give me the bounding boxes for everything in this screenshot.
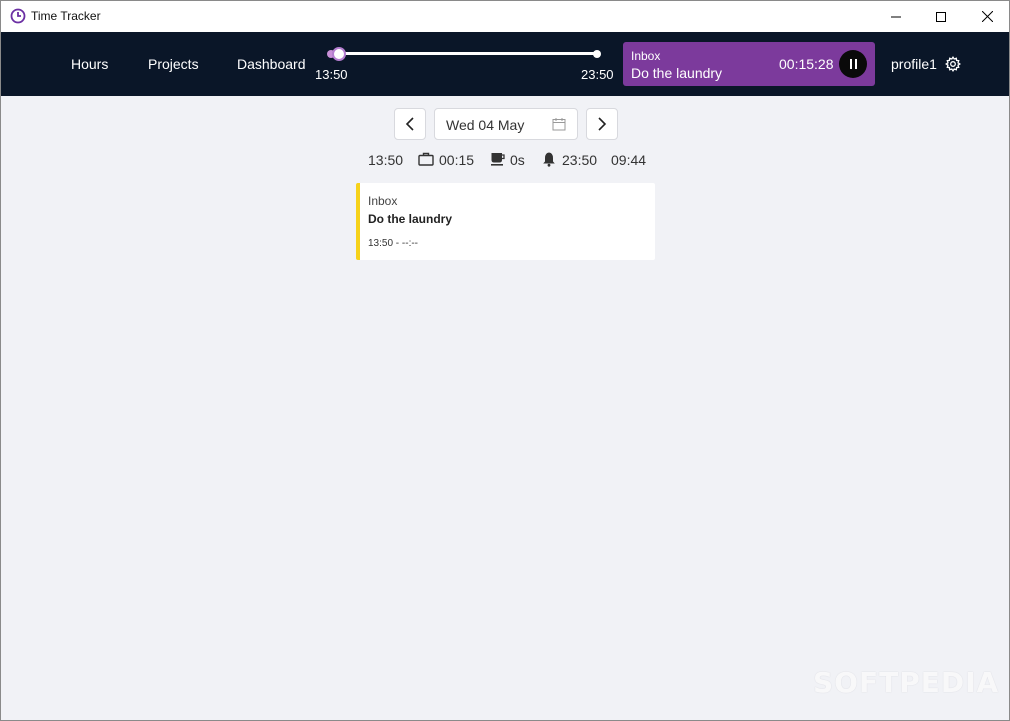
previous-day-button[interactable] xyxy=(394,108,426,140)
coffee-cup-icon xyxy=(491,153,505,166)
active-timer-panel[interactable]: Inbox Do the laundry 00:15:28 xyxy=(623,42,875,86)
active-timer-task: Do the laundry xyxy=(631,65,723,81)
summary-break-duration: 0s xyxy=(510,152,525,168)
profile-name[interactable]: profile1 xyxy=(891,56,937,72)
date-picker-value: Wed 04 May xyxy=(446,117,525,133)
chevron-left-icon xyxy=(405,117,414,131)
summary-remaining-time: 09:44 xyxy=(611,152,647,168)
summary-end-time: 23:50 xyxy=(562,152,598,168)
nav-projects[interactable]: Projects xyxy=(148,56,199,72)
close-icon xyxy=(981,11,993,22)
day-slider-end-dot xyxy=(593,50,601,58)
next-day-button[interactable] xyxy=(586,108,618,140)
top-navbar: Hours Projects Dashboard 13:50 23:50 Inb… xyxy=(1,32,1009,96)
day-slider-thumb[interactable] xyxy=(332,47,346,61)
nav-dashboard[interactable]: Dashboard xyxy=(237,56,306,72)
minimize-button[interactable] xyxy=(873,1,919,32)
day-start-label: 13:50 xyxy=(315,67,348,82)
day-slider-track[interactable] xyxy=(331,52,597,55)
entry-time-range: 13:50 - --:-- xyxy=(368,238,419,249)
date-picker[interactable]: Wed 04 May xyxy=(434,108,578,140)
active-timer-elapsed: 00:15:28 xyxy=(779,56,834,72)
clock-icon xyxy=(10,8,26,24)
calendar-icon xyxy=(552,118,566,131)
briefcase-icon xyxy=(418,152,434,166)
summary-start-time: 13:50 xyxy=(368,152,404,168)
bell-icon xyxy=(543,152,555,167)
window-title: Time Tracker xyxy=(31,9,101,23)
title-bar: Time Tracker xyxy=(1,1,1009,32)
summary-work-duration: 00:15 xyxy=(439,152,475,168)
minimize-icon xyxy=(891,16,901,17)
entry-project: Inbox xyxy=(368,194,398,208)
watermark: SOFTPEDIA xyxy=(813,666,1000,699)
maximize-icon xyxy=(936,11,946,22)
pause-icon xyxy=(848,59,858,69)
nav-hours[interactable]: Hours xyxy=(71,56,108,72)
pause-button[interactable] xyxy=(839,50,867,78)
close-button[interactable] xyxy=(964,1,1010,32)
gear-icon[interactable] xyxy=(945,56,961,72)
maximize-button[interactable] xyxy=(918,1,964,32)
time-entry-card[interactable]: Inbox Do the laundry 13:50 - --:-- xyxy=(356,183,655,260)
day-end-label: 23:50 xyxy=(581,67,614,82)
entry-task: Do the laundry xyxy=(368,212,453,226)
active-timer-project: Inbox xyxy=(631,49,661,63)
chevron-right-icon xyxy=(598,117,607,131)
